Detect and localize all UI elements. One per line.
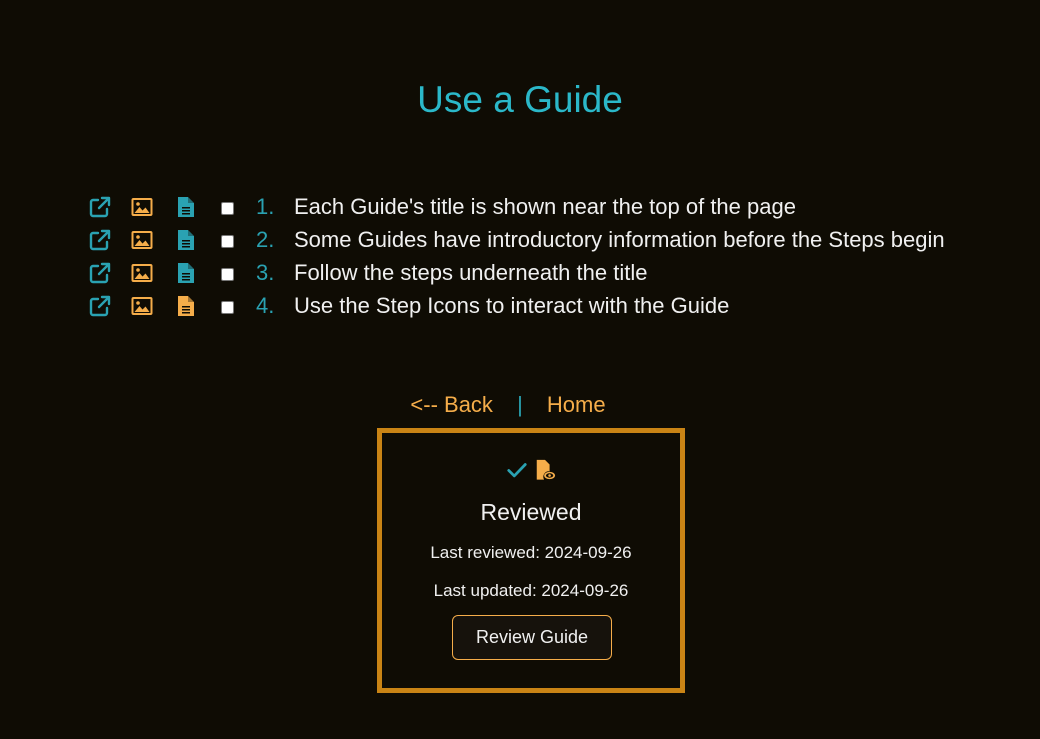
step-number: 2.: [256, 227, 275, 252]
nav-separator: |: [517, 392, 523, 417]
step-item: 3. Follow the steps underneath the title: [88, 256, 1008, 289]
checkmark-icon: [506, 459, 528, 481]
step-number: 1.: [256, 194, 275, 219]
step-item: 2. Some Guides have introductory informa…: [88, 223, 1008, 256]
last-updated-date: Last updated: 2024-09-26: [433, 581, 629, 600]
step-item: 4. Use the Step Icons to interact with t…: [88, 289, 1008, 322]
review-status: Reviewed: [480, 499, 582, 525]
image-icon[interactable]: [130, 294, 154, 318]
review-panel: Reviewed Last reviewed: 2024-09-26 Last …: [377, 428, 685, 693]
step-checkbox[interactable]: [221, 202, 234, 215]
step-text: Follow the steps underneath the title: [294, 260, 648, 285]
image-icon[interactable]: [130, 261, 154, 285]
review-guide-button[interactable]: Review Guide: [452, 615, 612, 660]
back-link[interactable]: <-- Back: [410, 392, 493, 417]
step-checkbox[interactable]: [221, 235, 234, 248]
guide-navigation: <-- Back | Home: [0, 391, 1040, 419]
document-icon[interactable]: [174, 294, 198, 318]
document-icon[interactable]: [174, 195, 198, 219]
external-link-icon[interactable]: [88, 195, 112, 219]
external-link-icon[interactable]: [88, 294, 112, 318]
document-eye-icon: [534, 459, 556, 481]
step-list: 1. Each Guide's title is shown near the …: [88, 190, 1008, 322]
step-text: Some Guides have introductory informatio…: [294, 227, 945, 252]
step-number: 3.: [256, 260, 275, 285]
review-icons: [382, 459, 680, 481]
step-checkbox[interactable]: [221, 301, 234, 314]
home-link[interactable]: Home: [547, 392, 606, 417]
step-number: 4.: [256, 293, 275, 318]
step-text: Use the Step Icons to interact with the …: [294, 293, 730, 318]
external-link-icon[interactable]: [88, 228, 112, 252]
document-icon[interactable]: [174, 228, 198, 252]
document-icon[interactable]: [174, 261, 198, 285]
step-checkbox[interactable]: [221, 268, 234, 281]
image-icon[interactable]: [130, 228, 154, 252]
external-link-icon[interactable]: [88, 261, 112, 285]
step-text: Each Guide's title is shown near the top…: [294, 194, 796, 219]
image-icon[interactable]: [130, 195, 154, 219]
last-reviewed-date: Last reviewed: 2024-09-26: [430, 543, 632, 562]
step-item: 1. Each Guide's title is shown near the …: [88, 190, 1008, 223]
page-title: Use a Guide: [417, 79, 623, 120]
